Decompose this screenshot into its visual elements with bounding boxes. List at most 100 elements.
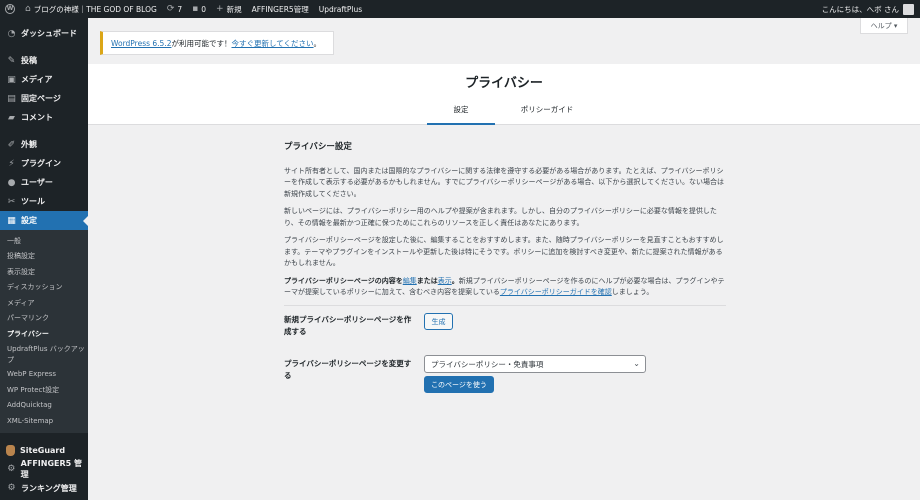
sidebar-item-label: SiteGuard bbox=[20, 445, 66, 455]
sidebar-item-label: プラグイン bbox=[21, 159, 61, 168]
my-account-menu[interactable]: こんにちは、へボ さん bbox=[822, 0, 914, 18]
submenu-item-privacy[interactable]: プライバシー bbox=[0, 326, 88, 342]
wrench-icon: ✂ bbox=[7, 196, 16, 207]
site-name-menu[interactable]: ⌂ ブログの神様｜THE GOD OF BLOG bbox=[20, 0, 162, 18]
pin-icon: ✎ bbox=[7, 55, 16, 66]
sidebar-item-comments[interactable]: ▰ コメント bbox=[0, 108, 88, 127]
submenu-item-reading[interactable]: 表示設定 bbox=[0, 264, 88, 280]
sidebar-item-ranking[interactable]: ⚙ ランキング管理 bbox=[0, 479, 88, 498]
updates-menu[interactable]: ⟳ 7 bbox=[162, 0, 187, 18]
wordpress-version-link[interactable]: WordPress 6.5.2 bbox=[111, 39, 171, 48]
sidebar-item-label: ツール bbox=[21, 197, 45, 206]
notice-end: 。 bbox=[313, 38, 322, 48]
site-name: ブログの神様｜THE GOD OF BLOG bbox=[33, 4, 157, 14]
tab-settings[interactable]: 設定 bbox=[427, 104, 495, 125]
settings-submenu: 一般 投稿設定 表示設定 ディスカッション メディア パーマリンク プライバシー… bbox=[0, 230, 88, 433]
help-label: ヘルプ ▾ bbox=[870, 21, 898, 30]
user-icon: ● bbox=[7, 177, 16, 188]
policy-page-paragraph: プライバシーポリシーページの内容を編集または表示。新規プライバシーポリシーページ… bbox=[284, 276, 726, 299]
use-this-page-button[interactable]: このページを使う bbox=[424, 376, 494, 393]
submenu-item-permalink[interactable]: パーマリンク bbox=[0, 311, 88, 327]
intro-paragraph: サイト所有者として、国内または国際的なプライバシーに関する法律を遵守する必要があ… bbox=[284, 166, 724, 198]
privacy-settings-content: プライバシー設定 サイト所有者として、国内または国際的なプライバシーに関する法律… bbox=[284, 142, 726, 306]
brush-icon: ✐ bbox=[7, 139, 16, 150]
affinger-menu[interactable]: AFFINGER5管理 bbox=[247, 0, 314, 18]
plus-icon: + bbox=[216, 4, 224, 14]
sidebar-item-users[interactable]: ● ユーザー bbox=[0, 173, 88, 192]
sidebar-item-tools[interactable]: ✂ ツール bbox=[0, 192, 88, 211]
change-page-label: プライバシーポリシーページを変更する bbox=[284, 359, 412, 380]
help-tab-button[interactable]: ヘルプ ▾ bbox=[860, 18, 908, 34]
gear-icon: ⚙ bbox=[7, 464, 16, 474]
guide-end-text: しましょう。 bbox=[611, 288, 654, 296]
sidebar-item-dashboard[interactable]: ◔ ダッシュボード bbox=[0, 24, 88, 43]
submenu-item-media[interactable]: メディア bbox=[0, 295, 88, 311]
sidebar-item-label: 投稿 bbox=[21, 56, 37, 65]
settings-icon: ▦ bbox=[7, 215, 16, 226]
privacy-page-select[interactable]: プライバシーポリシー・免責事項 ⌄ bbox=[424, 355, 646, 373]
updraft-menu[interactable]: UpdraftPlus bbox=[314, 0, 367, 18]
sidebar-item-label: ランキング管理 bbox=[21, 483, 77, 493]
submenu-item-general[interactable]: 一般 bbox=[0, 233, 88, 249]
notice-text: が利用可能です！ bbox=[171, 38, 232, 48]
comment-icon: ▰ bbox=[8, 112, 15, 123]
page-title: プライバシー bbox=[465, 76, 543, 91]
view-link[interactable]: 表示 bbox=[438, 277, 452, 285]
sidebar-item-label: ユーザー bbox=[21, 178, 53, 187]
submenu-item-xml-sitemap[interactable]: XML-Sitemap bbox=[0, 413, 88, 429]
tab-policy-guide[interactable]: ポリシーガイド bbox=[507, 104, 587, 125]
updates-icon: ⟳ bbox=[166, 4, 175, 14]
new-label: 新規 bbox=[226, 4, 242, 14]
submenu-item-addquicktag[interactable]: AddQuicktag bbox=[0, 398, 88, 414]
sidebar-item-label: 固定ページ bbox=[21, 94, 61, 103]
edit-advice-paragraph: プライバシーポリシーページを設定した後に、編集することをおすすめします。また、随… bbox=[284, 236, 724, 267]
updraft-label: UpdraftPlus bbox=[318, 4, 363, 14]
tab-label: 設定 bbox=[453, 105, 469, 114]
submenu-item-webp-express[interactable]: WebP Express bbox=[0, 367, 88, 383]
sidebar-item-plugins[interactable]: ⚡ プラグイン bbox=[0, 154, 88, 173]
sidebar-item-label: メディア bbox=[21, 75, 53, 84]
privacy-header: プライバシー 設定 ポリシーガイド bbox=[88, 64, 920, 125]
dashboard-icon: ◔ bbox=[7, 28, 16, 39]
sidebar-item-siteguard[interactable]: SiteGuard bbox=[0, 441, 88, 460]
admin-sidebar: ◔ ダッシュボード ✎ 投稿 ▣ メディア ▤ 固定ページ ▰ コメント ✐ 外… bbox=[0, 18, 88, 500]
sidebar-item-label: ダッシュボード bbox=[21, 29, 77, 38]
affinger-label: AFFINGER5管理 bbox=[251, 4, 309, 14]
or-text: または bbox=[416, 276, 438, 285]
edit-link[interactable]: 編集 bbox=[403, 277, 417, 285]
siteguard-icon bbox=[6, 444, 15, 456]
create-page-label: 新規プライバシーポリシーページを作成する bbox=[284, 315, 412, 336]
sidebar-item-media[interactable]: ▣ メディア bbox=[0, 70, 88, 89]
sidebar-item-affinger[interactable]: ⚙ AFFINGER5 管理 bbox=[0, 459, 88, 479]
wp-logo-menu[interactable]: W bbox=[0, 0, 20, 18]
sidebar-item-posts[interactable]: ✎ 投稿 bbox=[0, 51, 88, 70]
divider bbox=[284, 304, 726, 306]
avatar bbox=[903, 3, 914, 15]
comment-bubble-icon: ▪ bbox=[192, 4, 199, 14]
gear-icon: ⚙ bbox=[7, 483, 16, 493]
comments-menu[interactable]: ▪ 0 bbox=[187, 0, 211, 18]
new-content-menu[interactable]: + 新規 bbox=[211, 0, 247, 18]
selected-page: プライバシーポリシー・免責事項 bbox=[431, 359, 544, 369]
sidebar-item-settings[interactable]: ▦ 設定 bbox=[0, 211, 88, 230]
home-icon: ⌂ bbox=[25, 4, 31, 14]
submenu-item-discussion[interactable]: ディスカッション bbox=[0, 280, 88, 296]
submenu-item-wp-protect[interactable]: WP Protect設定 bbox=[0, 382, 88, 398]
policy-content-label: プライバシーポリシーページの内容を bbox=[284, 276, 403, 285]
submenu-item-writing[interactable]: 投稿設定 bbox=[0, 249, 88, 265]
tab-label: ポリシーガイド bbox=[520, 105, 574, 114]
submenu-item-updraftplus[interactable]: UpdraftPlus バックアップ bbox=[0, 342, 88, 367]
sidebar-item-pages[interactable]: ▤ 固定ページ bbox=[0, 89, 88, 108]
wordpress-logo-icon: W bbox=[5, 4, 15, 14]
policy-guide-link[interactable]: プライバシーポリシーガイドを確認 bbox=[500, 288, 612, 296]
sidebar-item-label: 外観 bbox=[21, 140, 37, 149]
update-now-link[interactable]: 今すぐ更新してください bbox=[231, 38, 313, 49]
media-icon: ▣ bbox=[7, 74, 16, 85]
sidebar-item-label: 設定 bbox=[21, 216, 37, 225]
admin-bar: W ⌂ ブログの神様｜THE GOD OF BLOG ⟳ 7 ▪ 0 + 新規 … bbox=[0, 0, 920, 18]
sidebar-item-appearance[interactable]: ✐ 外観 bbox=[0, 135, 88, 154]
chevron-down-icon: ⌄ bbox=[633, 359, 640, 368]
generate-button[interactable]: 生成 bbox=[424, 313, 453, 330]
new-page-paragraph: 新しいページには、プライバシーポリシー用のヘルプや提案が含まれます。しかし、自分… bbox=[284, 207, 717, 227]
plugin-icon: ⚡ bbox=[8, 158, 15, 169]
